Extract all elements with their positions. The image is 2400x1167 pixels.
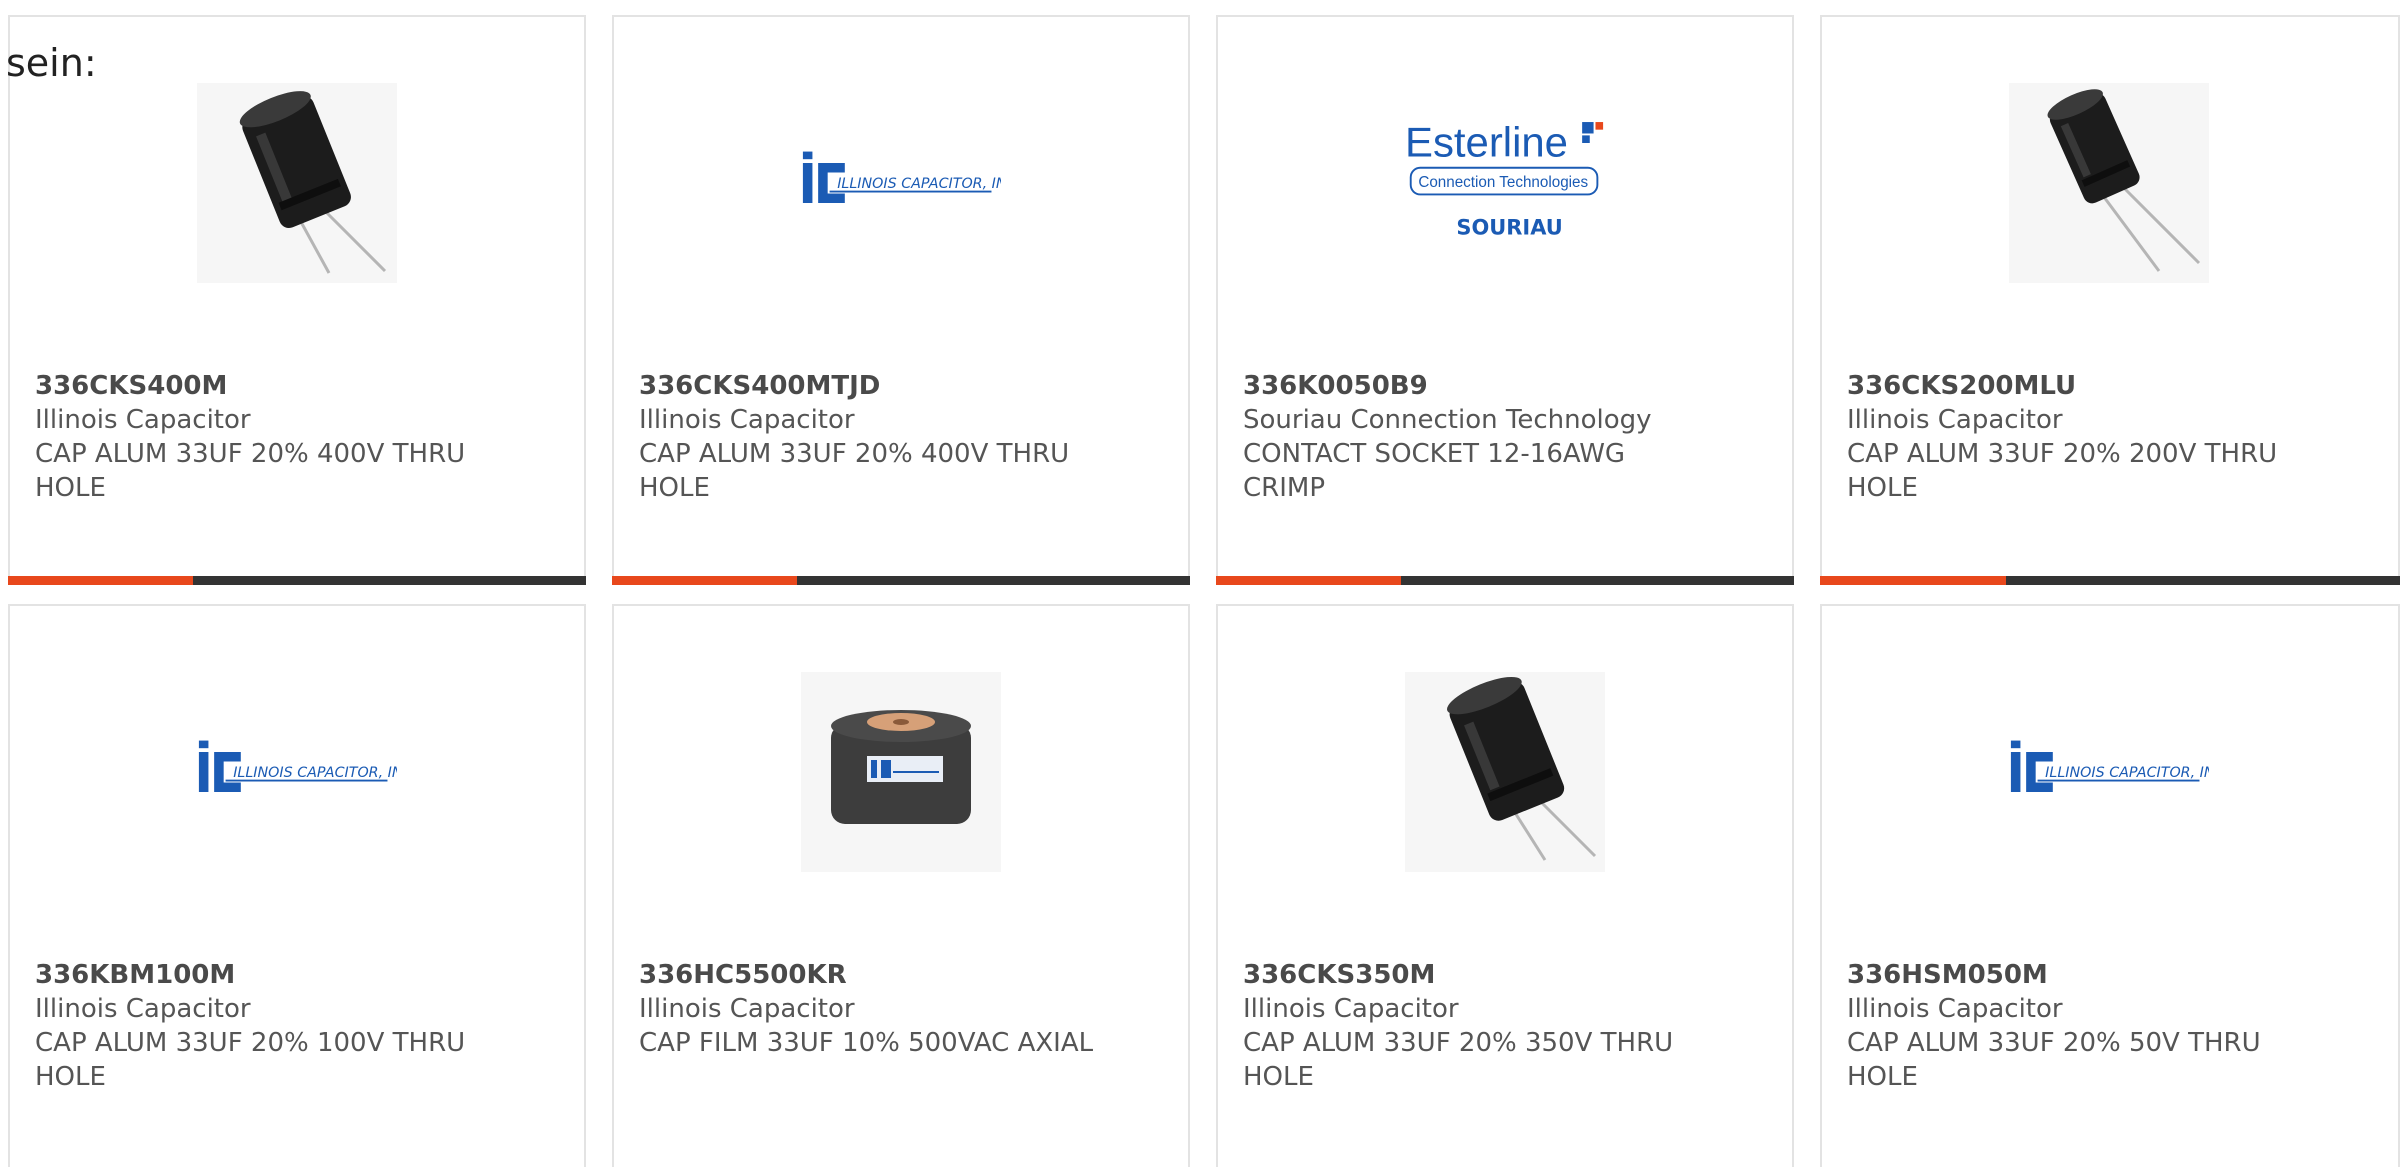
- progress-bar: [8, 576, 586, 585]
- manufacturer: Souriau Connection Technology: [1243, 405, 1652, 435]
- part-number[interactable]: 336CKS350M: [1243, 958, 1743, 992]
- manufacturer: Illinois Capacitor: [35, 405, 251, 435]
- manufacturer: Illinois Capacitor: [639, 405, 855, 435]
- manufacturer: Illinois Capacitor: [35, 994, 251, 1024]
- progress-bar: [1216, 576, 1794, 585]
- product-image[interactable]: [197, 83, 397, 283]
- progress-fill: [8, 576, 193, 585]
- description: CAP ALUM 33UF 20% 400V THRU HOLE: [35, 439, 466, 503]
- product-image[interactable]: Esterline Connection Technologies SOURIA…: [1405, 83, 1605, 283]
- logo-text: Esterline: [1405, 118, 1568, 165]
- product-image[interactable]: [801, 672, 1001, 872]
- product-image[interactable]: [1405, 672, 1605, 872]
- progress-bar: [1820, 576, 2400, 585]
- product-card[interactable]: 336HC5500KR Illinois Capacitor CAP FILM …: [612, 604, 1190, 1167]
- part-number[interactable]: 336HC5500KR: [639, 958, 1139, 992]
- part-number[interactable]: 336CKS400M: [35, 369, 535, 403]
- product-card[interactable]: 336CKS200MLU Illinois Capacitor CAP ALUM…: [1820, 15, 2400, 585]
- description: CAP ALUM 33UF 20% 100V THRU HOLE: [35, 1028, 466, 1092]
- esterline-souriau-logo: Esterline Connection Technologies SOURIA…: [1405, 118, 1604, 239]
- logo-text: SOURIAU: [1456, 215, 1562, 239]
- product-card[interactable]: ILLINOIS CAPACITOR, INC. 336CKS400MTJD I…: [612, 15, 1190, 585]
- product-card[interactable]: 336CKS350M Illinois Capacitor CAP ALUM 3…: [1216, 604, 1794, 1167]
- manufacturer: Illinois Capacitor: [1243, 994, 1459, 1024]
- part-number[interactable]: 336CKS400MTJD: [639, 369, 1139, 403]
- description: CAP ALUM 33UF 20% 200V THRU HOLE: [1847, 439, 2278, 503]
- progress-bar: [612, 576, 1190, 585]
- manufacturer: Illinois Capacitor: [1847, 405, 2063, 435]
- progress-fill: [612, 576, 797, 585]
- logo-text: ILLINOIS CAPACITOR, INC.: [2045, 765, 2209, 781]
- description: CONTACT SOCKET 12-16AWG CRIMP: [1243, 439, 1626, 503]
- manufacturer: Illinois Capacitor: [639, 994, 855, 1024]
- part-number[interactable]: 336HSM050M: [1847, 958, 2347, 992]
- product-image[interactable]: [2009, 83, 2209, 283]
- part-number[interactable]: 336CKS200MLU: [1847, 369, 2347, 403]
- part-number[interactable]: 336K0050B9: [1243, 369, 1743, 403]
- manufacturer: Illinois Capacitor: [1847, 994, 2063, 1024]
- progress-fill: [1820, 576, 2006, 585]
- description: CAP ALUM 33UF 20% 350V THRU HOLE: [1243, 1028, 1674, 1092]
- progress-fill: [1216, 576, 1401, 585]
- illinois-capacitor-logo: ILLINOIS CAPACITOR, INC.: [802, 151, 1001, 203]
- product-card[interactable]: ILLINOIS CAPACITOR, INC. 336KBM100M Illi…: [8, 604, 586, 1167]
- illinois-capacitor-logo: ILLINOIS CAPACITOR, INC.: [198, 740, 397, 792]
- part-number[interactable]: 336KBM100M: [35, 958, 535, 992]
- capacitor-image-icon: [2009, 83, 2209, 283]
- capacitor-image-icon: [197, 83, 397, 283]
- capacitor-image-icon: [1405, 672, 1605, 872]
- product-card[interactable]: Esterline Connection Technologies SOURIA…: [1216, 15, 1794, 585]
- film-capacitor-image-icon: [801, 672, 1001, 872]
- product-card[interactable]: ILLINOIS CAPACITOR, INC. 336HSM050M Illi…: [1820, 604, 2400, 1167]
- logo-text: ILLINOIS CAPACITOR, INC.: [233, 765, 397, 781]
- product-card[interactable]: 336CKS400M Illinois Capacitor CAP ALUM 3…: [8, 15, 586, 585]
- description: CAP ALUM 33UF 20% 400V THRU HOLE: [639, 439, 1070, 503]
- product-image[interactable]: ILLINOIS CAPACITOR, INC.: [801, 83, 1001, 283]
- logo-text: Connection Technologies: [1418, 174, 1588, 191]
- product-grid-page: sein: 336CKS400M Illinois Capacitor CAP …: [0, 0, 2400, 1167]
- product-image[interactable]: ILLINOIS CAPACITOR, INC.: [2009, 672, 2209, 872]
- intro-text: sein:: [6, 41, 97, 85]
- description: CAP FILM 33UF 10% 500VAC AXIAL: [639, 1028, 1094, 1058]
- description: CAP ALUM 33UF 20% 50V THRU HOLE: [1847, 1028, 2261, 1092]
- logo-text: ILLINOIS CAPACITOR, INC.: [837, 176, 1001, 192]
- illinois-capacitor-logo: ILLINOIS CAPACITOR, INC.: [2010, 740, 2209, 792]
- product-image[interactable]: ILLINOIS CAPACITOR, INC.: [197, 672, 397, 872]
